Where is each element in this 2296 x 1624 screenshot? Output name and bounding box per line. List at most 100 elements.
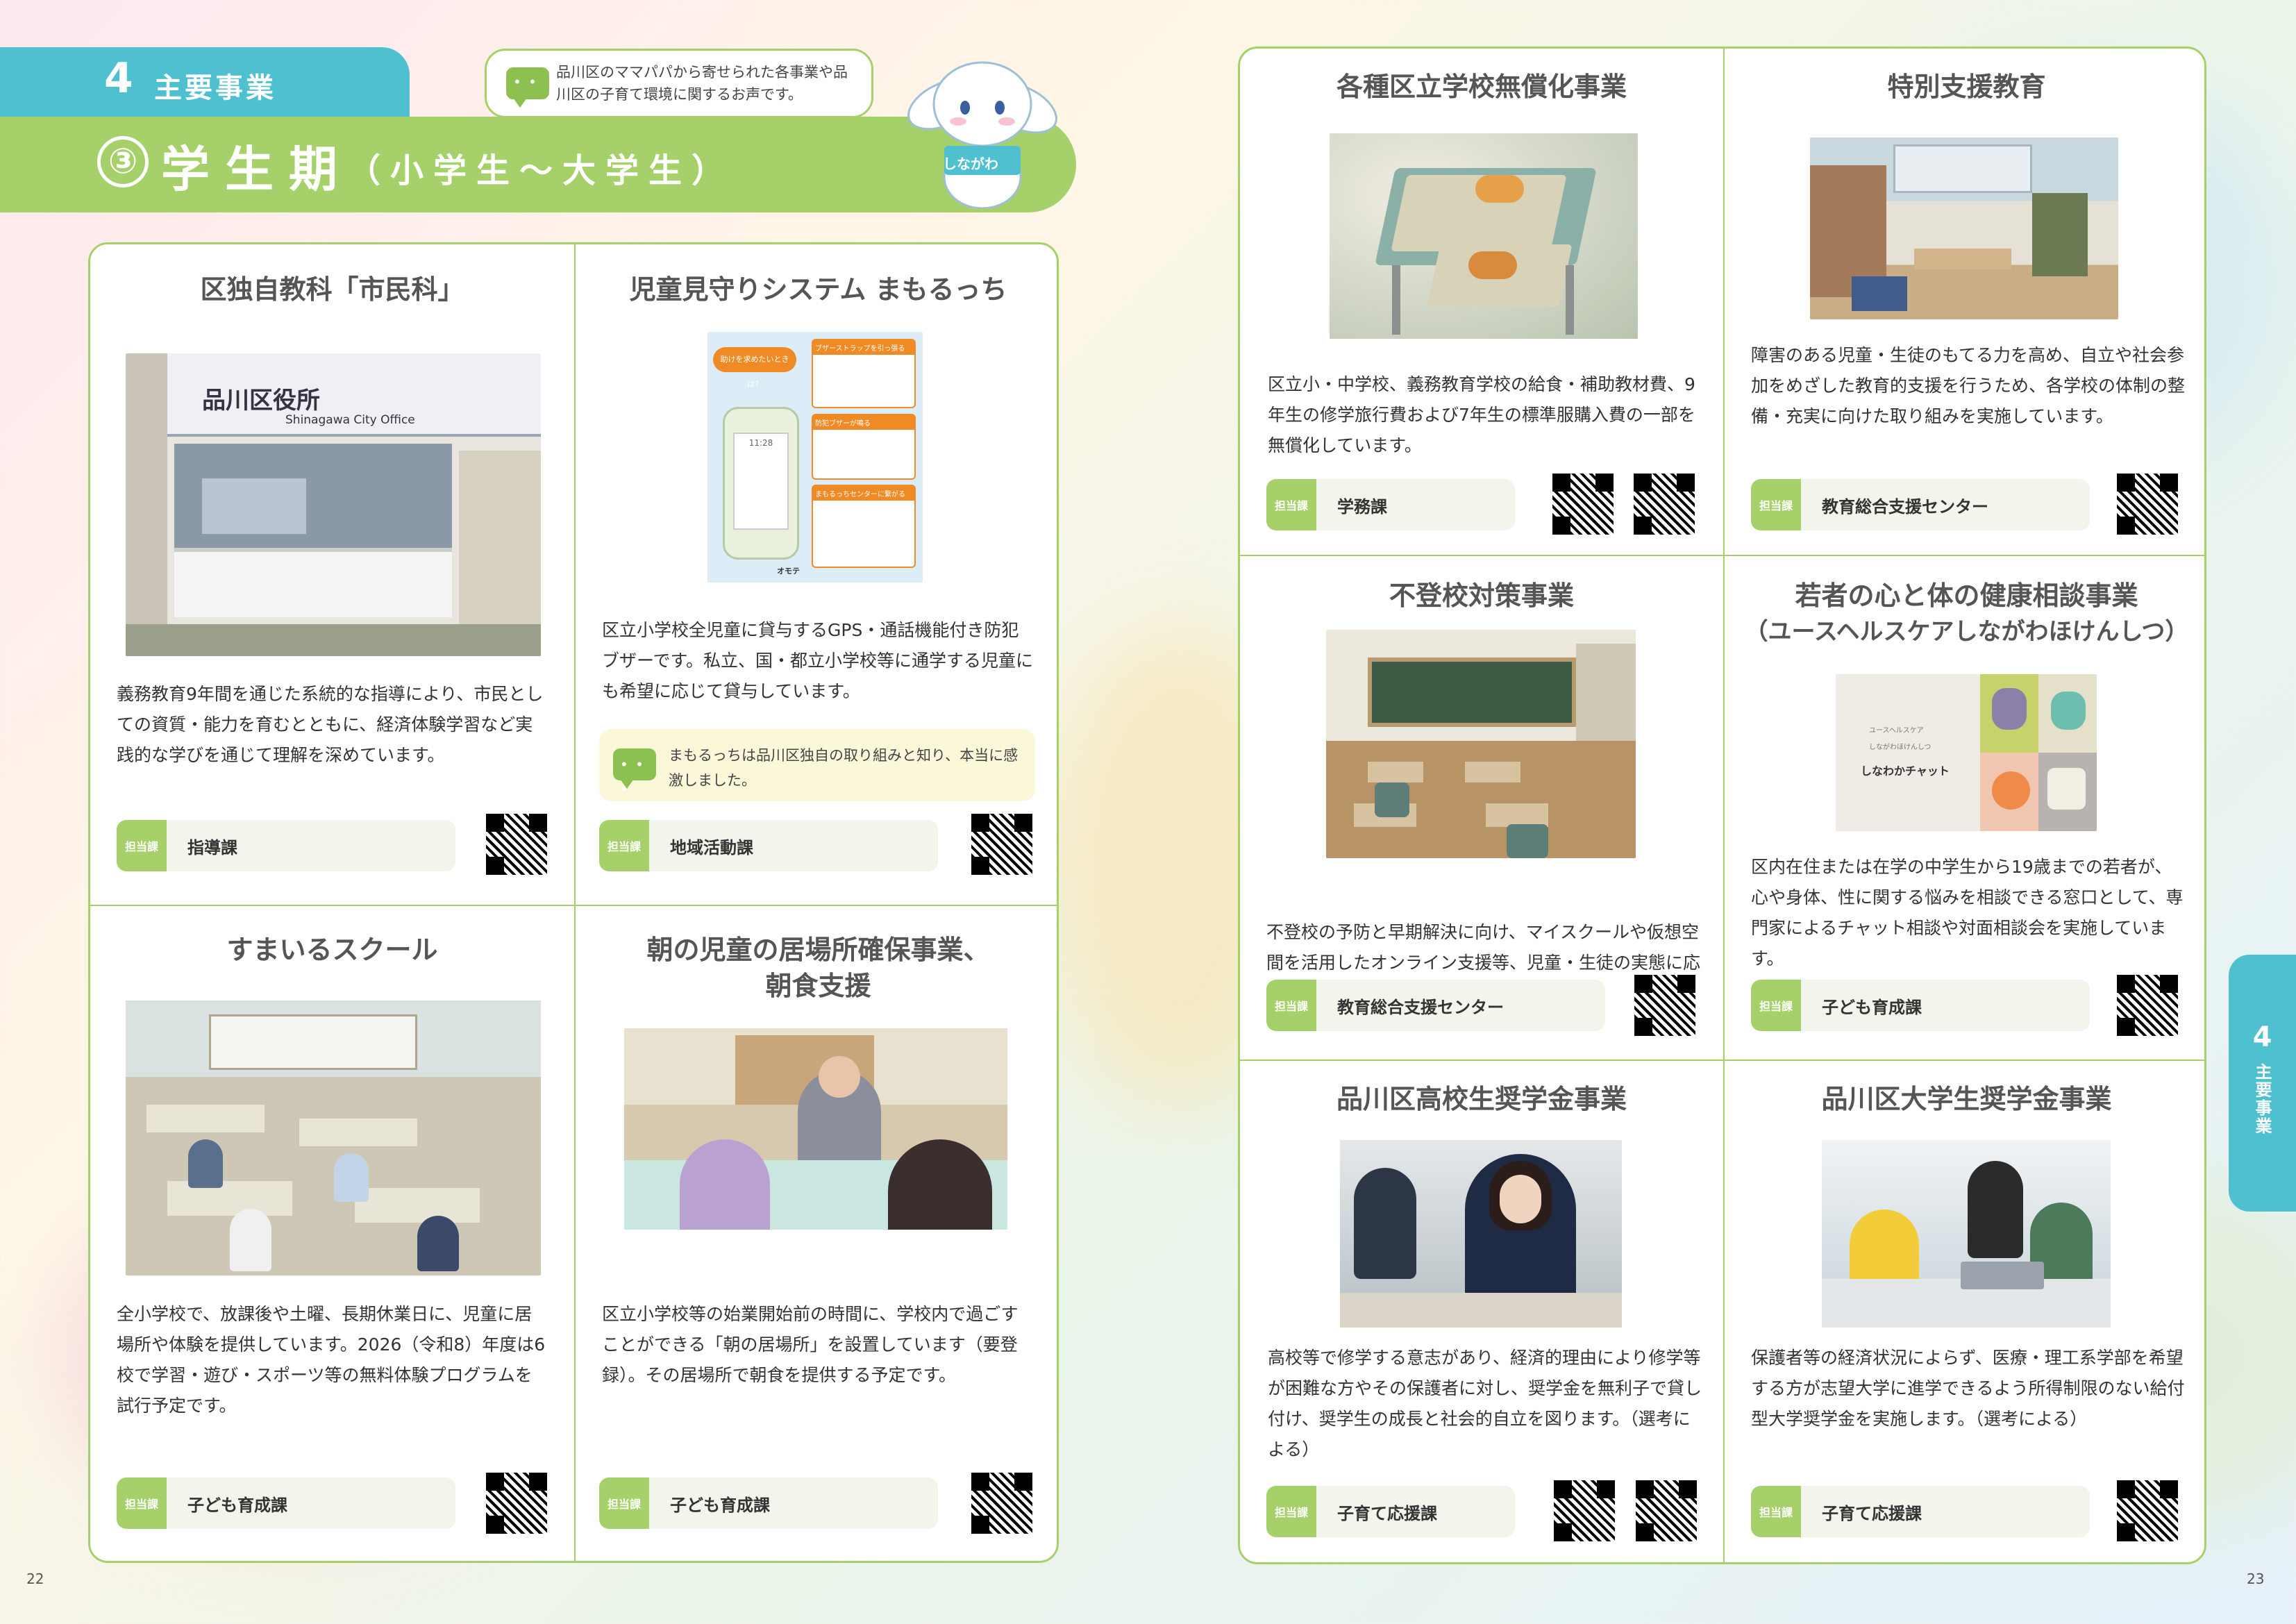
card-morning-place: 朝の児童の居場所確保事業、 朝食支援 区立小学校等の始業開始前の時間に、学校内で… xyxy=(576,906,1057,1561)
dept-label: 担当課 子ども育成課 xyxy=(599,1477,938,1529)
card-special-support: 特別支援教育 障害のある児童・生徒のもてる力を高め、自立や社会参加をめざした教育… xyxy=(1725,49,2204,555)
dept-name: 子育て応援課 xyxy=(1822,1503,1922,1523)
card-title: 区独自教科「市民科」 xyxy=(200,274,464,305)
qr-code[interactable] xyxy=(2113,469,2182,539)
dept-name: 子ども育成課 xyxy=(1822,997,1922,1017)
dept-name: 子育て応援課 xyxy=(1337,1503,1437,1523)
card-title: すまいるスクール xyxy=(226,935,438,965)
dept-tag: 担当課 xyxy=(1266,479,1316,530)
photo-university-students xyxy=(1822,1140,2111,1328)
qr-code[interactable] xyxy=(482,810,551,879)
qr-code[interactable] xyxy=(1630,971,1700,1040)
dept-tag: 担当課 xyxy=(117,1477,167,1529)
card-desc: 保護者等の経済状況によらず、医療・理工系学部を希望する方が志望大学に進学できるよ… xyxy=(1751,1348,2185,1429)
photo-support-classroom xyxy=(1810,137,2118,319)
dept-label: 担当課 教育総合支援センター xyxy=(1751,479,2090,530)
card-title: 児童見守りシステム まもるっち xyxy=(629,274,1007,305)
flow-question: 助けを求めたいときは？ xyxy=(713,347,796,389)
photo-highschool-students xyxy=(1340,1140,1622,1328)
dept-label: 担当課 指導課 xyxy=(117,820,455,871)
mamorucchi-flow-diagram: 助けを求めたいときは？ ブザーストラップを引っ張る 防犯ブザーが鳴る まもるっち… xyxy=(707,332,923,583)
qr-code[interactable] xyxy=(967,810,1037,879)
qr-code[interactable] xyxy=(2113,971,2182,1040)
dept-name: 教育総合支援センター xyxy=(1337,997,1504,1017)
photo-city-office: 品川区役所 Shinagawa City Office xyxy=(126,353,541,656)
qr-code[interactable] xyxy=(1548,469,1618,539)
card-title-line1: 朝の児童の居場所確保事業、 xyxy=(646,935,990,965)
shinawaka-chat-image: ユースヘルスケア しながわほけんしつ しなわかチャット xyxy=(1836,674,2097,831)
phase-number: ③ xyxy=(97,136,149,187)
phase-title: 学生期 xyxy=(161,141,353,198)
device-screen-time: 11:28 xyxy=(733,433,789,530)
section-number: 4 xyxy=(104,54,133,103)
card-smile-school: すまいるスクール 全小学校で、放課後や土曜、長期休業日に、児童に居場所や体験を提… xyxy=(90,906,574,1561)
card-title: 品川区大学生奨学金事業 xyxy=(1821,1084,2112,1114)
card-title: 特別支援教育 xyxy=(1887,72,2046,102)
qr-code[interactable] xyxy=(1550,1476,1619,1546)
qr-code[interactable] xyxy=(482,1468,551,1538)
dept-name: 教育総合支援センター xyxy=(1822,496,1988,517)
dept-name: 子ども育成課 xyxy=(670,1495,770,1515)
qr-code[interactable] xyxy=(967,1468,1037,1538)
dept-name: 指導課 xyxy=(187,837,237,857)
dept-tag: 担当課 xyxy=(1266,980,1316,1031)
photo-sign-jp: 品川区役所 xyxy=(202,387,320,415)
dept-name: 学務課 xyxy=(1337,496,1387,517)
card-truancy: 不登校対策事業 不登校の予防と早期解決に向け、マイスクールや仮想空間を活用したオ… xyxy=(1240,556,1723,1060)
voice-note: まもるっちは品川区独自の取り組みと知り、本当に感激しました。 xyxy=(599,729,1035,802)
card-university-scholarship: 品川区大学生奨学金事業 保護者等の経済状況によらず、医療・理工系学部を希望する方… xyxy=(1725,1061,2204,1562)
dept-label: 担当課 子育て応援課 xyxy=(1266,1486,1515,1537)
card-free-tuition: 各種区立学校無償化事業 区立小・中学校、義務教育学校の給食・補助教材費、9年生の… xyxy=(1240,49,1723,555)
photo-classroom-kids xyxy=(126,1001,541,1275)
dept-label: 担当課 学務課 xyxy=(1266,479,1515,530)
img-main-text: しなわかチャット xyxy=(1861,764,1950,778)
img-small-text2: しながわほけんしつ xyxy=(1869,744,1932,751)
card-title-line2: （ユースヘルスケアしながわほけんしつ） xyxy=(1744,618,2189,646)
card-title-line2: 朝食支援 xyxy=(765,971,871,1001)
photo-school-lunch-model xyxy=(1330,133,1638,339)
voice-bubble: 品川区のママパパから寄せられた各事業や品川区の子育て環境に関するお声です。 xyxy=(485,49,873,118)
card-desc: 区立小学校等の始業開始前の時間に、学校内で過ごすことができる「朝の居場所」を設置… xyxy=(602,1304,1019,1385)
dept-name: 子ども育成課 xyxy=(187,1495,287,1515)
page-number-left: 22 xyxy=(26,1571,44,1587)
card-shiminka: 区独自教科「市民科」 品川区役所 Shinagawa City Office 義… xyxy=(90,244,574,905)
photo-empty-classroom xyxy=(1326,630,1636,858)
voice-bubble-text: 品川区のママパパから寄せられた各事業や品川区の子育て環境に関するお声です。 xyxy=(556,64,848,103)
dept-name: 地域活動課 xyxy=(670,837,753,857)
card-desc: 区立小・中学校、義務教育学校の給食・補助教材費、9年生の修学旅行費および7年生の… xyxy=(1268,374,1695,455)
mascot-illustration xyxy=(907,61,1057,208)
phase-subtitle: （小学生～大学生） xyxy=(347,151,735,190)
card-highschool-scholarship: 品川区高校生奨学金事業 高校等で修学する意志があり、経済的理由により修学等が困難… xyxy=(1240,1061,1723,1562)
card-title: 不登校対策事業 xyxy=(1389,580,1574,611)
dept-tag: 担当課 xyxy=(1751,479,1801,530)
card-desc: 全小学校で、放課後や土曜、長期休業日に、児童に居場所や体験を提供しています。20… xyxy=(117,1304,546,1416)
page-number-right: 23 xyxy=(2247,1571,2265,1587)
photo-sign-en: Shinagawa City Office xyxy=(285,413,415,427)
side-tab-label: 主要事業 xyxy=(2252,1063,2272,1135)
qr-code[interactable] xyxy=(2113,1476,2182,1546)
dept-tag: 担当課 xyxy=(1751,1486,1801,1537)
dept-label: 担当課 子ども育成課 xyxy=(117,1477,455,1529)
left-panel: 区独自教科「市民科」 品川区役所 Shinagawa City Office 義… xyxy=(88,242,1059,1563)
card-youth-health: 若者の心と体の健康相談事業 （ユースヘルスケアしながわほけんしつ） ユースヘルス… xyxy=(1725,556,2204,1060)
chat-icon xyxy=(506,67,549,115)
mascot-badge: しながわ xyxy=(943,156,998,172)
photo-morning-children xyxy=(624,1028,1007,1230)
voice-note-text: まもるっちは品川区独自の取り組みと知り、本当に感激しました。 xyxy=(669,747,1019,789)
flow-step3: まもるっちセンターに繋がる xyxy=(813,486,914,501)
dept-tag: 担当課 xyxy=(599,820,649,871)
side-index-tab[interactable]: 4 主要事業 xyxy=(2229,955,2296,1212)
dept-label: 担当課 地域活動課 xyxy=(599,820,938,871)
qr-code[interactable] xyxy=(1629,469,1699,539)
flow-bottom-label: オモテ xyxy=(777,567,800,576)
chat-icon xyxy=(613,748,656,802)
flow-step2: 防犯ブザーが鳴る xyxy=(813,415,914,430)
flow-step1: ブザーストラップを引っ張る xyxy=(813,340,914,355)
dept-tag: 担当課 xyxy=(599,1477,649,1529)
side-tab-number: 4 xyxy=(2252,1021,2272,1053)
card-desc: 義務教育9年間を通じた系統的な指導により、市民としての資質・能力を育むとともに、… xyxy=(117,684,544,765)
dept-tag: 担当課 xyxy=(1266,1486,1316,1537)
card-desc: 高校等で修学する意志があり、経済的理由により修学等が困難な方やその保護者に対し、… xyxy=(1268,1348,1702,1459)
card-title: 品川区高校生奨学金事業 xyxy=(1336,1084,1627,1114)
qr-code[interactable] xyxy=(1632,1476,1701,1546)
